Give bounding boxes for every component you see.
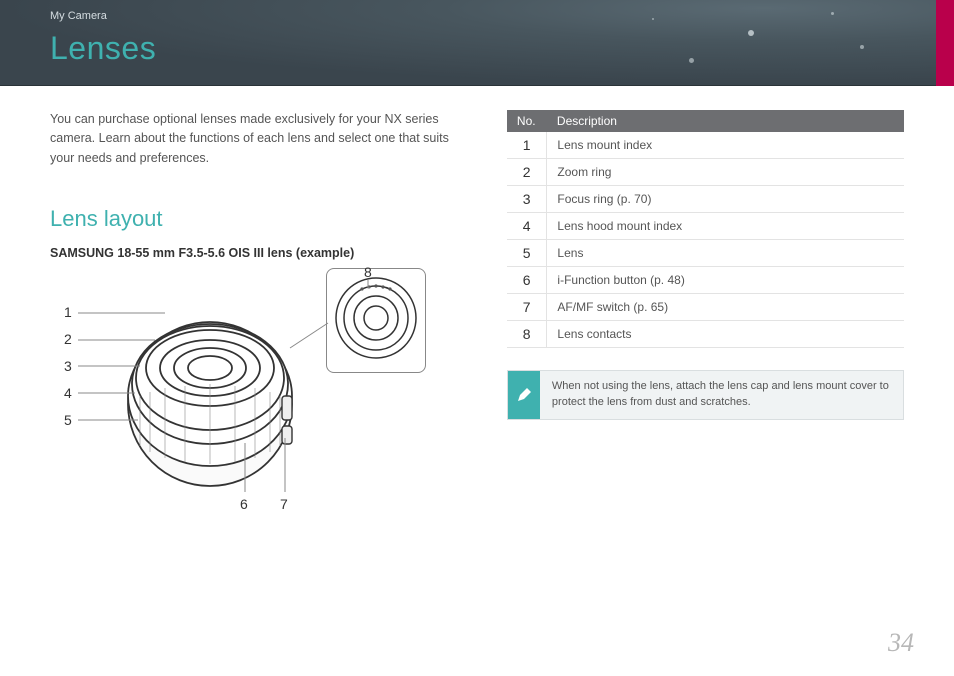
lens-name: SAMSUNG 18-55 mm F3.5-5.6 OIS III lens (… [50,246,467,260]
pen-icon [508,371,540,419]
page-title: Lenses [50,30,156,67]
table-row: 2Zoom ring [507,159,904,186]
callout-7: 7 [280,496,288,512]
table-row: 5Lens [507,240,904,267]
note-box: When not using the lens, attach the lens… [507,370,904,420]
table-row: 3Focus ring (p. 70) [507,186,904,213]
lens-diagram: 1 2 3 4 5 6 7 8 [50,268,467,538]
breadcrumb: My Camera [50,10,107,22]
callout-1: 1 [64,304,72,320]
section-title: Lens layout [50,206,467,232]
header-band: My Camera Lenses [0,0,954,86]
table-row: 8Lens contacts [507,321,904,348]
lens-mount-illustration [326,268,426,373]
page-number: 34 [888,628,914,658]
intro-text: You can purchase optional lenses made ex… [50,110,467,168]
lens-illustration [110,296,310,496]
callout-4: 4 [64,385,72,401]
callout-2: 2 [64,331,72,347]
table-header-no: No. [507,110,547,132]
callout-5: 5 [64,412,72,428]
table-row: 4Lens hood mount index [507,213,904,240]
note-text: When not using the lens, attach the lens… [540,371,903,419]
callout-6: 6 [240,496,248,512]
parts-table: No. Description 1Lens mount index 2Zoom … [507,110,904,348]
callout-8: 8 [364,264,372,280]
table-row: 6i-Function button (p. 48) [507,267,904,294]
callout-3: 3 [64,358,72,374]
table-row: 7AF/MF switch (p. 65) [507,294,904,321]
table-header-desc: Description [547,110,904,132]
table-row: 1Lens mount index [507,132,904,159]
